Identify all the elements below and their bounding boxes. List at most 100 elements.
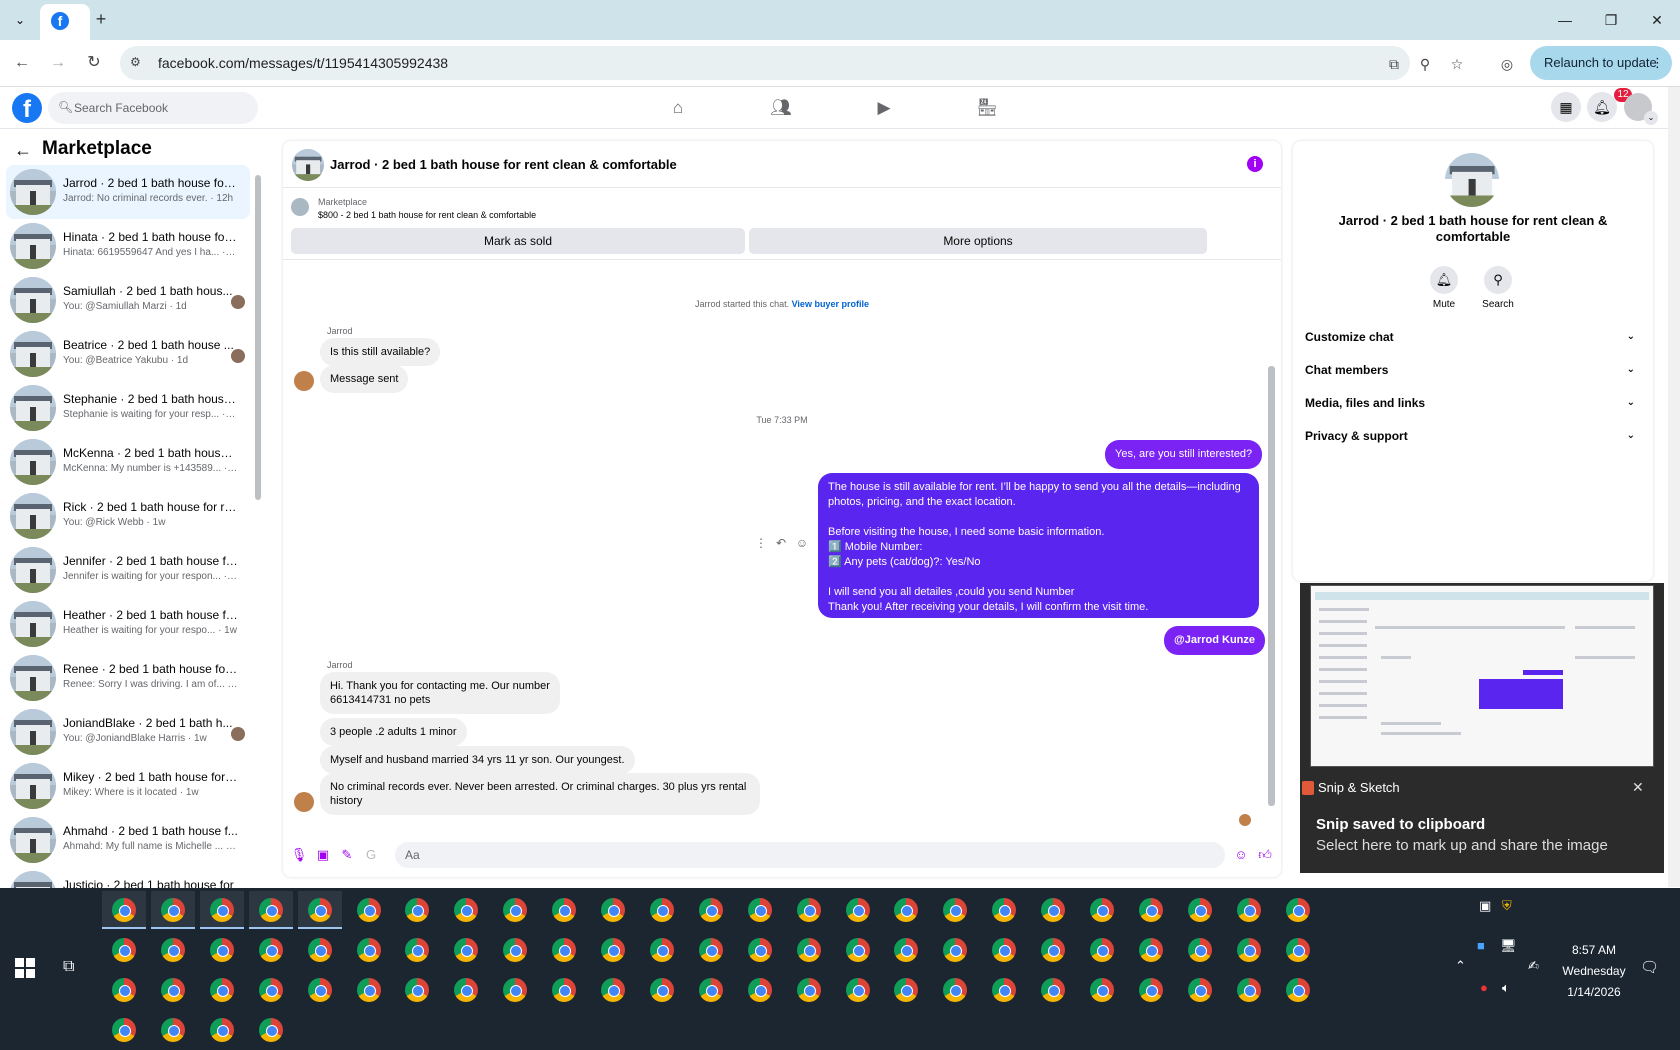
back-arrow-icon[interactable]: ← (14, 140, 32, 161)
gif-icon[interactable]: G (362, 846, 380, 864)
conversation-list-item[interactable]: Ahmahd · 2 bed 1 bath house f... Ahmahd: … (6, 813, 250, 867)
forward-button[interactable]: → (47, 52, 69, 74)
more-options-button[interactable]: More options (749, 228, 1207, 254)
relaunch-to-update-button[interactable]: Relaunch to update ⋮ (1530, 46, 1672, 80)
listing-thumbnail[interactable] (291, 198, 309, 216)
chrome-profile-taskbar-icon[interactable] (796, 938, 821, 962)
volume-icon[interactable]: 🔈︎ (1502, 980, 1510, 996)
conversation-list-item[interactable]: Rick · 2 bed 1 bath house for re... You: … (6, 489, 250, 543)
conversation-list-item[interactable]: Justicio · 2 bed 1 bath house for (6, 867, 250, 888)
chrome-profile-taskbar-icon[interactable] (552, 898, 577, 922)
incoming-message[interactable]: Myself and husband married 34 yrs 11 yr … (320, 746, 635, 774)
chrome-profile-taskbar-icon[interactable] (356, 938, 381, 962)
chrome-profile-taskbar-icon[interactable] (1138, 898, 1163, 922)
home-icon[interactable]: ⌂ (667, 97, 689, 119)
incoming-message[interactable]: No criminal records ever. Never been arr… (320, 773, 760, 815)
chrome-profile-taskbar-icon[interactable] (307, 938, 332, 962)
conversation-list-item[interactable]: Hinata · 2 bed 1 bath house for ... Hinat… (6, 219, 250, 273)
search-conversation-button[interactable]: ⚲ Search (1473, 266, 1523, 310)
reply-icon[interactable]: ↶ (773, 535, 789, 551)
chrome-profile-taskbar-icon[interactable] (1090, 938, 1114, 962)
chrome-profile-taskbar-icon[interactable] (747, 898, 772, 922)
tray-shield-icon[interactable]: ⛨ (1502, 898, 1512, 914)
chrome-profile-taskbar-icon[interactable] (943, 978, 968, 1002)
address-bar[interactable]: ⚙ facebook.com/messages/t/11954143059924… (120, 46, 1410, 80)
chrome-profile-taskbar-icon[interactable] (992, 938, 1017, 962)
chrome-profile-taskbar-icon[interactable] (258, 898, 283, 922)
chrome-profile-taskbar-icon[interactable] (160, 938, 185, 962)
conversation-info-icon[interactable]: i (1247, 156, 1263, 172)
chrome-profile-taskbar-icon[interactable] (992, 978, 1017, 1002)
page-scrollbar[interactable] (1668, 87, 1680, 887)
conversation-list-item[interactable]: Jennifer · 2 bed 1 bath house fo... Jenni… (6, 543, 250, 597)
chrome-profile-taskbar-icon[interactable] (601, 938, 625, 962)
chrome-profile-taskbar-icon[interactable] (160, 898, 185, 922)
browser-tab-facebook[interactable]: f (40, 4, 90, 40)
mark-as-sold-button[interactable]: Mark as sold (291, 228, 745, 254)
chrome-profile-taskbar-icon[interactable] (454, 938, 479, 962)
chrome-profile-taskbar-icon[interactable] (992, 898, 1017, 922)
outgoing-message[interactable]: The house is still available for rent. I… (818, 473, 1259, 618)
chrome-profile-taskbar-icon[interactable] (1090, 898, 1114, 922)
chat-members-section[interactable]: Chat members ⌄ (1305, 356, 1641, 384)
conversation-list-item[interactable]: McKenna · 2 bed 1 bath house f... McKenna… (6, 435, 250, 489)
chrome-profile-taskbar-icon[interactable] (1041, 978, 1066, 1002)
chrome-profile-taskbar-icon[interactable] (307, 978, 332, 1002)
chrome-profile-taskbar-icon[interactable] (601, 898, 625, 922)
chrome-profile-taskbar-icon[interactable] (209, 898, 234, 922)
chrome-profile-taskbar-icon[interactable] (112, 978, 136, 1002)
facebook-logo[interactable]: f (12, 93, 42, 123)
snip-notification-toast[interactable]: Snip & Sketch ✕ Snip saved to clipboard … (1300, 583, 1664, 873)
chrome-profile-taskbar-icon[interactable] (307, 898, 332, 922)
zoom-icon[interactable]: ⚲ (1415, 54, 1435, 74)
incoming-message[interactable]: Hi. Thank you for contacting me. Our num… (320, 672, 560, 714)
sender-avatar[interactable] (294, 371, 314, 391)
tray-app-icon[interactable]: ■ (1477, 938, 1485, 953)
conversation-list-item[interactable]: Beatrice · 2 bed 1 bath house ... You: @B… (6, 327, 250, 381)
sticker-icon[interactable]: ✎ (338, 846, 356, 864)
message-input[interactable]: Aa (395, 842, 1225, 868)
chrome-profile-taskbar-icon[interactable] (845, 898, 870, 922)
more-menu-icon[interactable]: ⋮ (1651, 46, 1664, 80)
chrome-profile-taskbar-icon[interactable] (503, 978, 528, 1002)
conversation-list-item[interactable]: JoniandBlake · 2 bed 1 bath h... You: @Jo… (6, 705, 250, 759)
details-avatar[interactable] (1445, 153, 1499, 207)
chrome-profile-taskbar-icon[interactable] (747, 978, 772, 1002)
chrome-profile-taskbar-icon[interactable] (796, 978, 821, 1002)
chrome-profile-taskbar-icon[interactable] (649, 898, 674, 922)
task-view-icon[interactable]: ⧉ (63, 958, 74, 976)
incoming-message[interactable]: Message sent (320, 365, 409, 393)
chrome-profile-taskbar-icon[interactable] (894, 898, 919, 922)
chrome-profile-taskbar-icon[interactable] (1285, 978, 1310, 1002)
facebook-search-input[interactable]: 🔍︎ Search Facebook (48, 92, 258, 124)
react-emoji-icon[interactable]: ☺ (794, 535, 810, 551)
minimize-button[interactable]: — (1550, 8, 1580, 32)
media-files-links-section[interactable]: Media, files and links ⌄ (1305, 389, 1641, 417)
tab-search-chevron-icon[interactable]: ⌄ (10, 10, 30, 30)
chrome-profile-taskbar-icon[interactable] (1285, 898, 1310, 922)
snip-preview-image[interactable] (1310, 585, 1654, 767)
chrome-profile-taskbar-icon[interactable] (258, 938, 283, 962)
chrome-profile-taskbar-icon[interactable] (1187, 898, 1212, 922)
chrome-profile-taskbar-icon[interactable] (552, 978, 577, 1002)
chrome-profile-taskbar-icon[interactable] (1236, 938, 1261, 962)
notifications-bell-icon[interactable]: 🔔︎ (1587, 92, 1617, 122)
chat-avatar[interactable] (292, 149, 324, 181)
conversation-list-item[interactable]: Jarrod · 2 bed 1 bath house for ... Jarro… (6, 165, 250, 219)
microphone-icon[interactable]: 🎙︎ (290, 846, 308, 864)
chrome-profile-taskbar-icon[interactable] (601, 978, 625, 1002)
chrome-profile-taskbar-icon[interactable] (1285, 938, 1310, 962)
conversation-title[interactable]: Jarrod · 2 bed 1 bath house for rent cle… (330, 157, 677, 172)
chrome-profile-taskbar-icon[interactable] (503, 898, 528, 922)
restore-button[interactable]: ❐ (1596, 8, 1626, 32)
show-hidden-icons-icon[interactable]: ⌃ (1455, 958, 1466, 974)
chrome-profile-taskbar-icon[interactable] (649, 938, 674, 962)
emoji-icon[interactable]: ☺ (1232, 846, 1250, 864)
chrome-profile-taskbar-icon[interactable] (1138, 978, 1163, 1002)
chrome-profile-taskbar-icon[interactable] (405, 898, 430, 922)
photo-icon[interactable]: ▣ (314, 846, 332, 864)
conversation-list-item[interactable]: Renee · 2 bed 1 bath house for r... Renee… (6, 651, 250, 705)
chrome-profile-taskbar-icon[interactable] (209, 978, 234, 1002)
chrome-profile-taskbar-icon[interactable] (160, 1018, 185, 1042)
incoming-message[interactable]: 3 people .2 adults 1 minor (320, 718, 467, 746)
